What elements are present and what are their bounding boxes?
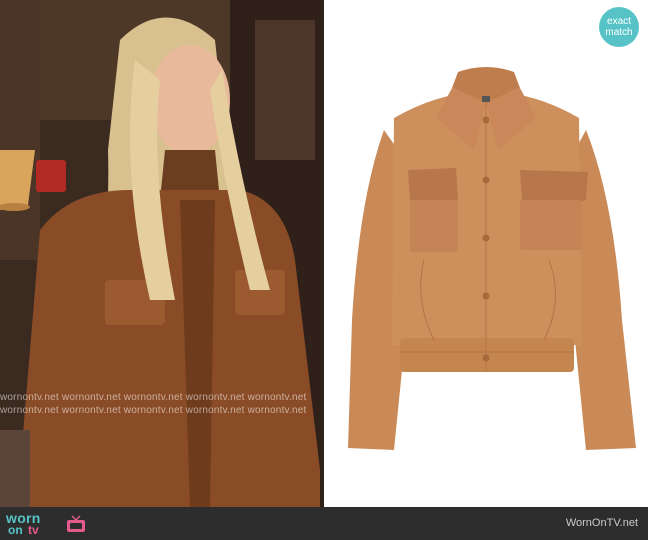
watermark-row: wornontv.net wornontv.net wornontv.net w…: [0, 405, 307, 416]
wornontv-logo[interactable]: worn on tv: [6, 510, 86, 537]
logo-tv-text: tv: [28, 523, 39, 537]
product-image: [324, 0, 648, 507]
tv-icon: [67, 515, 85, 532]
watermark-row: wornontv.net wornontv.net wornontv.net w…: [0, 392, 307, 403]
footer-bar: worn on tv WornOnTV.net: [0, 507, 648, 540]
badge-line1: exact: [607, 16, 631, 27]
badge-line2: match: [605, 27, 633, 38]
jacket-illustration: [348, 67, 636, 450]
scene-illustration: [0, 0, 324, 507]
exact-match-badge: exact match: [599, 7, 639, 47]
scene-photo: wornontv.net wornontv.net wornontv.net w…: [0, 0, 324, 507]
logo-on-text: on: [8, 523, 23, 537]
site-name[interactable]: WornOnTV.net: [566, 517, 638, 529]
